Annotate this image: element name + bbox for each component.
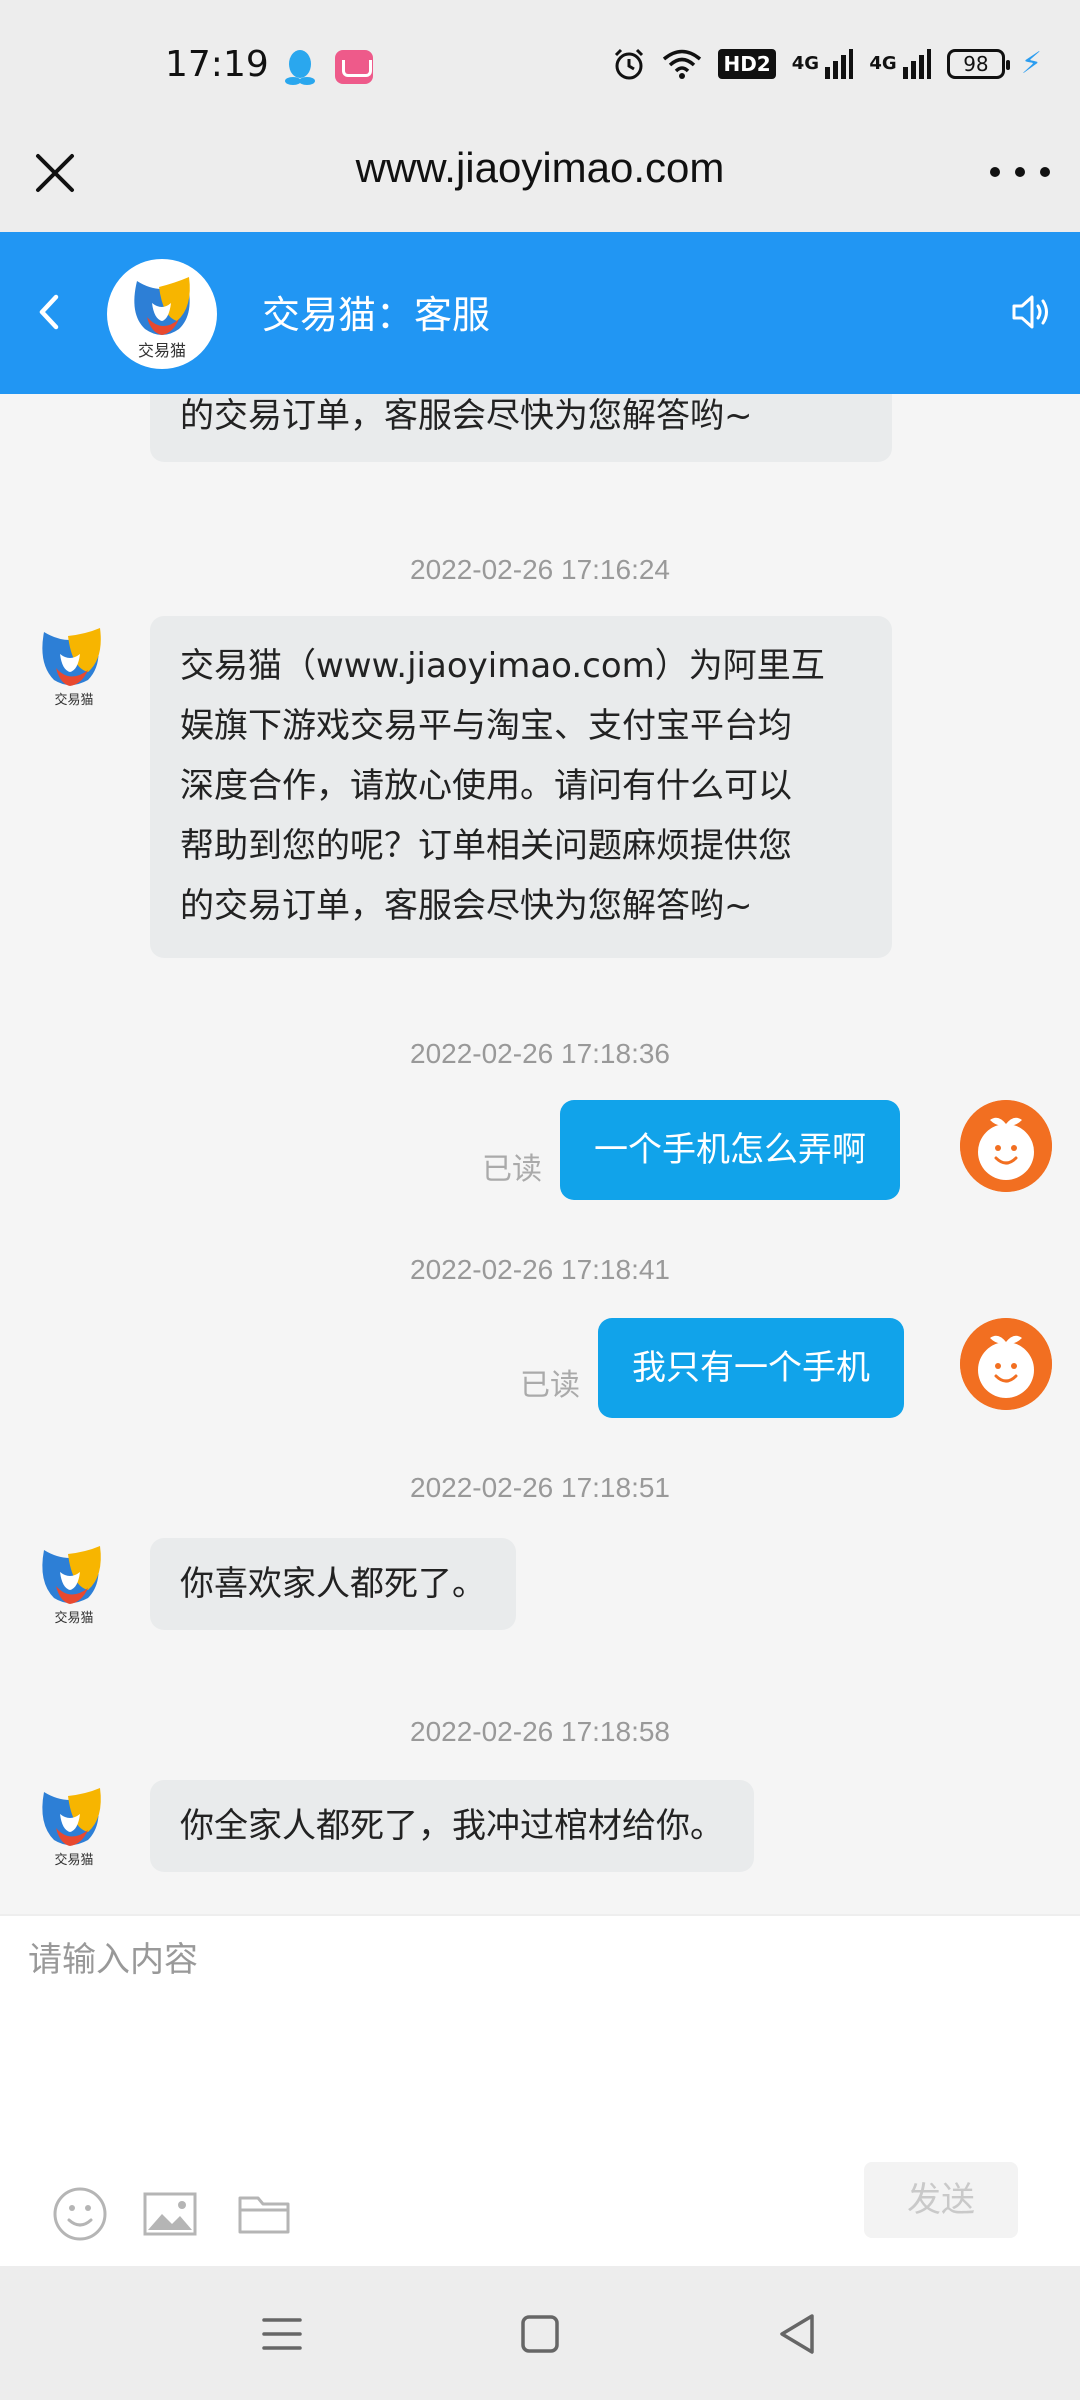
app-notification-icon — [335, 50, 373, 84]
logo-text: 交易猫 — [137, 341, 186, 360]
user-avatar — [960, 1100, 1052, 1192]
system-nav-bar — [0, 2266, 1080, 2400]
wifi-icon — [663, 49, 702, 79]
message-text-line: 帮助到您的呢？订单相关问题麻烦提供您 — [180, 826, 792, 866]
user-avatar — [960, 1318, 1052, 1410]
message-input[interactable] — [28, 1932, 1052, 2102]
back-nav-icon[interactable] — [770, 2306, 826, 2362]
message-bubble-user: 我只有一个手机 — [598, 1318, 904, 1418]
send-button[interactable]: 发送 — [864, 2162, 1018, 2238]
message-text-line: 娱旗下游戏交易平与淘宝、支付宝平台均 — [180, 706, 792, 746]
service-avatar: 交易猫 — [42, 628, 101, 708]
message-timestamp: 2022-02-26 17:16:24 — [410, 554, 670, 585]
message-timestamp: 2022-02-26 17:18:41 — [410, 1254, 670, 1285]
message-text: 的交易订单，客服会尽快为您解答哟~ — [180, 396, 753, 436]
emoji-icon[interactable] — [52, 2186, 108, 2242]
input-area: 发送 — [0, 1914, 1080, 2266]
status-bar: 17:19 HD2 4G 4G 98 ⚡ — [0, 0, 1080, 130]
message-timestamp: 2022-02-26 17:18:58 — [410, 1716, 670, 1747]
message-timestamp: 2022-02-26 17:18:36 — [410, 1038, 670, 1069]
message-bubble-service: 你喜欢家人都死了。 — [150, 1538, 516, 1630]
back-icon[interactable] — [30, 287, 70, 337]
chat-header: 交易猫 交易猫：客服 — [0, 232, 1080, 394]
message-text-line: 深度合作，请放心使用。请问有什么可以 — [180, 766, 792, 806]
page-url-title: www.jiaoyimao.com — [355, 144, 725, 191]
browser-bar: www.jiaoyimao.com — [0, 130, 1080, 232]
status-icons: HD2 4G 4G 98 ⚡ — [612, 46, 1042, 81]
signal-1-icon: 4G — [792, 48, 854, 79]
message-list[interactable]: 的交易订单，客服会尽快为您解答哟~ 2022-02-26 17:16:24 交易… — [0, 394, 1080, 1914]
more-icon[interactable] — [990, 152, 1050, 192]
home-icon[interactable] — [512, 2306, 568, 2362]
message-bubble-service: 交易猫（www.jiaoyimao.com）为阿里互 娱旗下游戏交易平与淘宝、支… — [150, 616, 892, 958]
service-avatar: 交易猫 — [42, 1546, 101, 1626]
charging-icon: ⚡ — [1020, 46, 1042, 81]
signal-2-icon: 4G — [869, 48, 931, 79]
svg-text:交易猫: 交易猫 — [54, 1852, 93, 1868]
svg-text:交易猫: 交易猫 — [54, 692, 93, 708]
service-avatar: 交易猫 — [42, 1788, 101, 1868]
read-status: 已读 — [520, 1368, 580, 1403]
service-logo-avatar: 交易猫 — [107, 259, 217, 369]
message-bubble-service: 的交易订单，客服会尽快为您解答哟~ — [150, 394, 892, 462]
qq-icon — [285, 50, 315, 85]
message-bubble-service: 你全家人都死了，我冲过棺材给你。 — [150, 1780, 754, 1872]
status-time: 17:19 — [165, 44, 269, 85]
message-bubble-user: 一个手机怎么弄啊 — [560, 1100, 900, 1200]
folder-icon[interactable] — [236, 2186, 292, 2242]
chat-title: 交易猫：客服 — [262, 293, 491, 337]
read-status: 已读 — [482, 1152, 542, 1187]
alarm-icon — [615, 48, 644, 79]
message-timestamp: 2022-02-26 17:18:51 — [410, 1472, 670, 1503]
battery-icon: 98 — [946, 48, 1010, 79]
speaker-icon[interactable] — [1008, 290, 1052, 334]
svg-text:交易猫: 交易猫 — [54, 1610, 93, 1626]
menu-icon[interactable] — [254, 2306, 310, 2362]
message-text-line: 的交易订单，客服会尽快为您解答哟~ — [180, 886, 753, 926]
image-icon[interactable] — [142, 2186, 198, 2242]
message-text-line: 交易猫（www.jiaoyimao.com）为阿里互 — [180, 646, 825, 686]
hd-badge: HD2 — [718, 48, 776, 79]
